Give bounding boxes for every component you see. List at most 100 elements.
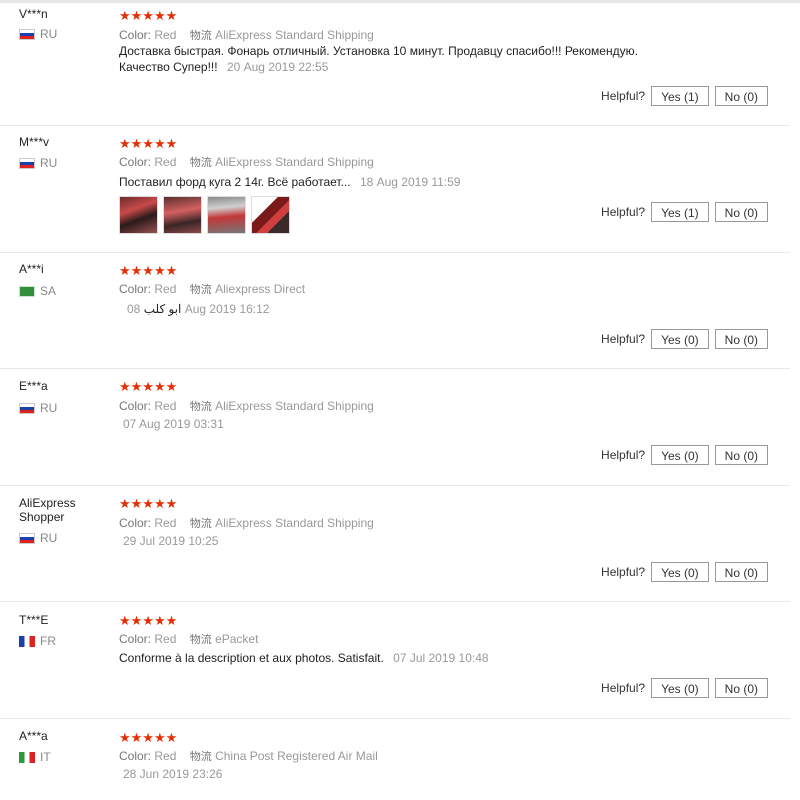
review-photo-thumbnail[interactable] <box>251 196 290 234</box>
helpful-no-button[interactable]: No (0) <box>714 86 768 106</box>
reviewer-country: RU <box>19 401 57 415</box>
color-value: Red <box>154 155 177 169</box>
color-label: Color: <box>119 399 152 413</box>
color-label: Color: <box>119 632 152 646</box>
reviewer-country: RU <box>19 531 57 545</box>
star-rating: ★★★★★ <box>119 136 178 151</box>
italy-flag-icon <box>19 751 35 763</box>
helpful-yes-button[interactable]: Yes (1) <box>651 86 709 106</box>
review-date: 20 Aug 2019 22:55 <box>226 60 329 74</box>
helpful-controls: Helpful? Yes (1) No (0) <box>601 202 768 222</box>
review-text-block: ابو كلب 08 Aug 2019 16:12 <box>123 301 683 317</box>
shipping-method: AliExpress Standard Shipping <box>215 516 374 530</box>
review-text-block: Conforme à la description et aux photos.… <box>119 650 679 666</box>
review-photo-thumbnail[interactable] <box>119 196 158 234</box>
russia-flag-icon <box>19 157 35 169</box>
helpful-label: Helpful? <box>601 565 646 579</box>
logistics-label: 物流 <box>189 283 212 296</box>
country-code: SA <box>40 284 57 298</box>
country-code: RU <box>40 531 58 545</box>
reviewer-name: M***v <box>19 135 50 149</box>
helpful-label: Helpful? <box>601 205 646 219</box>
helpful-controls: Helpful? Yes (0) No (0) <box>601 562 768 582</box>
reviewer-name: V***n <box>19 7 48 21</box>
reviewer-name: AliExpress Shopper <box>19 496 76 524</box>
review-item: A***a IT ★★★★★ Color: Red 物流 China Post … <box>0 719 790 800</box>
country-code: IT <box>40 750 51 764</box>
star-rating: ★★★★★ <box>119 730 178 745</box>
helpful-no-button[interactable]: No (0) <box>714 329 768 349</box>
france-flag-icon <box>19 635 35 647</box>
color-value: Red <box>154 399 177 413</box>
order-info: Color: Red 物流 China Post Registered Air … <box>119 748 378 764</box>
review-item: AliExpress Shopper RU ★★★★★ Color: Red 物… <box>0 486 790 602</box>
helpful-yes-button[interactable]: Yes (1) <box>651 202 709 222</box>
reviewer-name: E***a <box>19 379 48 393</box>
reviewer-name: A***a <box>19 729 48 743</box>
country-code: FR <box>40 634 56 648</box>
helpful-controls: Helpful? Yes (0) No (0) <box>601 445 768 465</box>
helpful-controls: Helpful? Yes (1) No (0) <box>601 86 768 106</box>
helpful-label: Helpful? <box>601 332 646 346</box>
logistics-label: 物流 <box>189 156 212 169</box>
helpful-yes-button[interactable]: Yes (0) <box>651 562 709 582</box>
review-photos <box>119 196 290 234</box>
helpful-yes-button[interactable]: Yes (0) <box>651 678 709 698</box>
review-text: ابو كلب <box>143 302 182 316</box>
helpful-no-button[interactable]: No (0) <box>714 445 768 465</box>
logistics-label: 物流 <box>189 400 212 413</box>
logistics-label: 物流 <box>189 750 212 763</box>
color-value: Red <box>154 632 177 646</box>
reviewer-country: IT <box>19 750 51 764</box>
helpful-label: Helpful? <box>601 89 646 103</box>
saudi-arabia-flag-icon <box>19 285 35 297</box>
review-item: T***E FR ★★★★★ Color: Red 物流 ePacket Con… <box>0 602 790 719</box>
logistics-label: 物流 <box>189 517 212 530</box>
shipping-method: AliExpress Standard Shipping <box>215 399 374 413</box>
helpful-no-button[interactable]: No (0) <box>714 678 768 698</box>
review-item: E***a RU ★★★★★ Color: Red 物流 AliExpress … <box>0 369 790 486</box>
review-item: M***v RU ★★★★★ Color: Red 物流 AliExpress … <box>0 126 790 253</box>
logistics-label: 物流 <box>189 633 212 646</box>
order-info: Color: Red 物流 ePacket <box>119 631 258 647</box>
color-label: Color: <box>119 155 152 169</box>
review-text: Conforme à la description et aux photos.… <box>119 651 384 665</box>
russia-flag-icon <box>19 28 35 40</box>
shipping-method: AliExpress Standard Shipping <box>215 28 374 42</box>
order-info: Color: Red 物流 AliExpress Standard Shippi… <box>119 515 374 531</box>
color-value: Red <box>154 516 177 530</box>
russia-flag-icon <box>19 402 35 414</box>
color-value: Red <box>154 28 177 42</box>
helpful-yes-button[interactable]: Yes (0) <box>651 329 709 349</box>
star-rating: ★★★★★ <box>119 379 178 394</box>
helpful-yes-button[interactable]: Yes (0) <box>651 445 709 465</box>
order-info: Color: Red 物流 AliExpress Standard Shippi… <box>119 154 374 170</box>
review-date: 29 Jul 2019 10:25 <box>123 534 219 548</box>
review-date: 18 Aug 2019 11:59 <box>359 175 461 189</box>
color-value: Red <box>154 749 177 763</box>
review-item: A***i SA ★★★★★ Color: Red 物流 Aliexpress … <box>0 253 790 369</box>
order-info: Color: Red 物流 Aliexpress Direct <box>119 281 305 297</box>
star-rating: ★★★★★ <box>119 496 178 511</box>
helpful-controls: Helpful? Yes (0) No (0) <box>601 678 768 698</box>
country-code: RU <box>40 156 58 170</box>
color-label: Color: <box>119 749 152 763</box>
helpful-no-button[interactable]: No (0) <box>714 562 768 582</box>
helpful-label: Helpful? <box>601 448 646 462</box>
order-info: Color: Red 物流 AliExpress Standard Shippi… <box>119 398 374 414</box>
star-rating: ★★★★★ <box>119 613 178 628</box>
shipping-method: China Post Registered Air Mail <box>215 749 378 763</box>
helpful-controls: Helpful? Yes (0) No (0) <box>601 329 768 349</box>
star-rating: ★★★★★ <box>119 8 178 23</box>
reviewer-country: RU <box>19 156 57 170</box>
reviewer-country: FR <box>19 634 56 648</box>
logistics-label: 物流 <box>189 29 212 42</box>
country-code: RU <box>40 401 58 415</box>
shipping-method: Aliexpress Direct <box>215 282 306 296</box>
review-text: Доставка быстрая. Фонарь отличный. Устан… <box>119 44 638 74</box>
review-photo-thumbnail[interactable] <box>207 196 246 234</box>
review-photo-thumbnail[interactable] <box>163 196 202 234</box>
color-label: Color: <box>119 282 152 296</box>
helpful-no-button[interactable]: No (0) <box>714 202 768 222</box>
helpful-label: Helpful? <box>601 681 646 695</box>
